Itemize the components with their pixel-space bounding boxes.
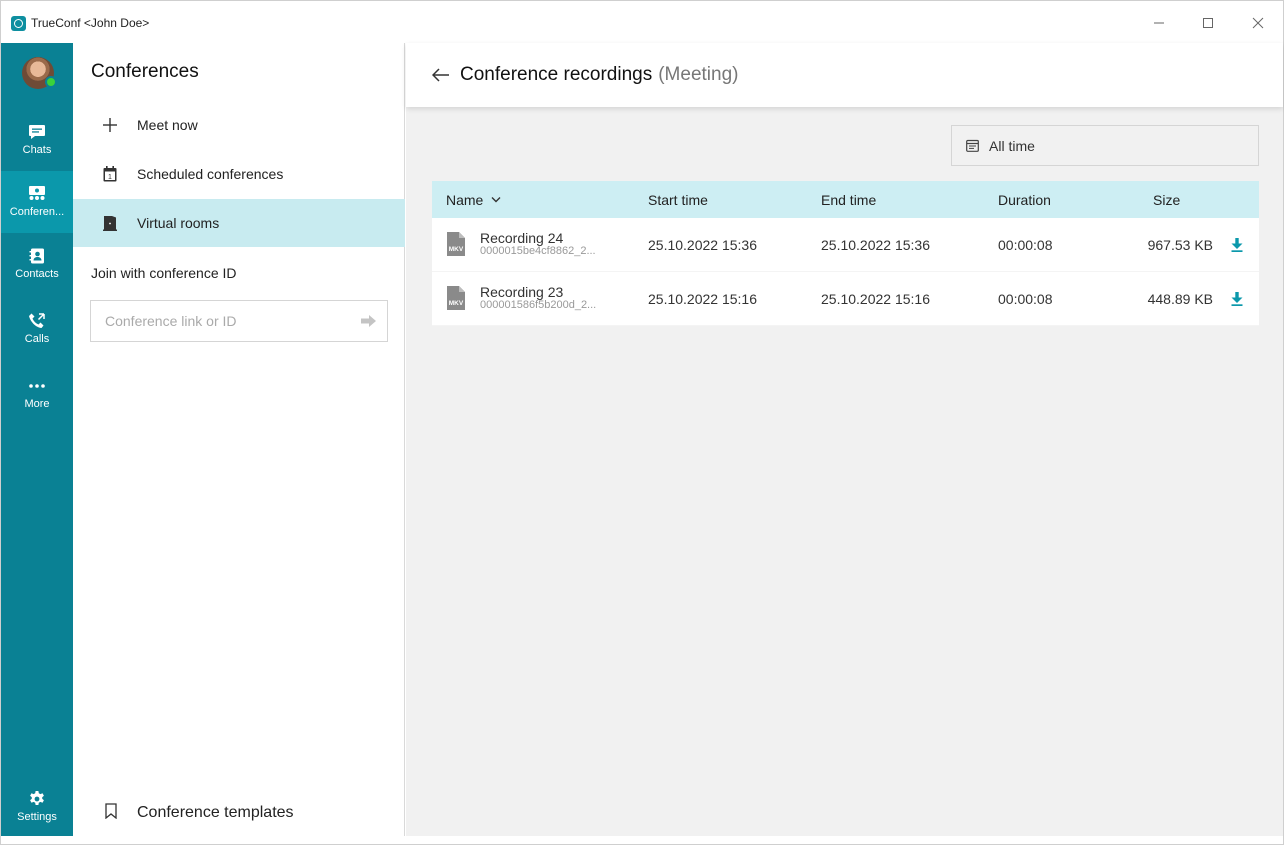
recordings-panel: Conference recordings (Meeting) All time… <box>406 43 1283 836</box>
minimize-icon[interactable] <box>1144 11 1174 35</box>
plus-icon <box>101 118 119 132</box>
navigation-rail: Chats Conferen... Contacts Calls More Se… <box>1 43 73 836</box>
join-conference-label: Join with conference ID <box>91 265 237 281</box>
date-filter-dropdown[interactable]: All time <box>951 125 1259 166</box>
end-time-cell: 25.10.2022 15:16 <box>821 290 930 307</box>
rail-label: Contacts <box>15 268 59 280</box>
calendar-icon <box>966 139 979 152</box>
download-icon[interactable] <box>1231 291 1243 306</box>
svg-text:1: 1 <box>108 174 112 181</box>
file-format-label: MKV <box>449 246 464 253</box>
recording-name-cell: MKV Recording 23 000001586f5b200d_2... <box>432 285 648 311</box>
app-window: TrueConf <John Doe> Chats Conferen... Co… <box>0 0 1284 845</box>
calls-icon <box>28 313 46 329</box>
arrow-right-icon[interactable] <box>361 313 377 329</box>
rail-item-more[interactable]: More <box>1 363 73 425</box>
sidebar-item-label: Meet now <box>137 117 198 133</box>
maximize-icon[interactable] <box>1193 11 1223 35</box>
recording-id: 000001586f5b200d_2... <box>480 299 597 312</box>
start-time-cell: 25.10.2022 15:36 <box>648 236 757 253</box>
back-arrow-icon[interactable] <box>432 68 450 82</box>
chat-icon <box>28 124 46 140</box>
duration-cell: 00:00:08 <box>998 290 1053 307</box>
file-size: 967.53 KB <box>1147 236 1213 253</box>
conference-id-input[interactable]: Conference link or ID <box>90 300 388 342</box>
sidebar-item-scheduled-conferences[interactable]: 1 Scheduled conferences <box>73 150 405 198</box>
rail-item-calls[interactable]: Calls <box>1 298 73 360</box>
rail-item-settings[interactable]: Settings <box>1 776 73 838</box>
sidebar-item-conference-templates[interactable]: Conference templates <box>73 795 405 831</box>
column-header-label: Name <box>446 191 484 208</box>
date-filter-value: All time <box>989 137 1035 154</box>
recordings-table: Name Start time End time Duration Size M… <box>432 181 1259 326</box>
close-icon[interactable] <box>1243 11 1273 35</box>
column-header-duration[interactable]: Duration <box>998 192 1125 208</box>
size-cell: 448.89 KB <box>1125 291 1259 307</box>
sidebar-item-label: Virtual rooms <box>137 215 220 231</box>
rail-label: Calls <box>24 333 50 345</box>
column-header-start-time[interactable]: Start time <box>648 192 821 208</box>
column-header-size[interactable]: Size <box>1125 192 1259 208</box>
mkv-file-icon: MKV <box>446 285 466 311</box>
recording-title: Recording 23 <box>480 284 564 301</box>
sidebar-item-label: Conference templates <box>137 804 294 821</box>
rail-item-contacts[interactable]: Contacts <box>1 233 73 295</box>
conferences-sidebar: Conferences Meet now 1 Scheduled confere… <box>73 43 405 836</box>
sidebar-title: Conferences <box>91 61 199 82</box>
conference-id-placeholder: Conference link or ID <box>105 313 237 329</box>
rail-item-conferences[interactable]: Conferen... <box>1 171 73 233</box>
calendar-icon: 1 <box>101 166 119 182</box>
table-row[interactable]: MKV Recording 24 0000015be4cf8862_2... 2… <box>432 218 1259 272</box>
contacts-icon <box>28 248 46 264</box>
start-time-cell: 25.10.2022 15:16 <box>648 290 757 307</box>
page-subtitle: (Meeting) <box>658 64 739 85</box>
rail-label: Settings <box>17 811 57 823</box>
size-cell: 967.53 KB <box>1125 237 1259 253</box>
gear-icon <box>28 791 46 807</box>
rail-label: Chats <box>22 144 52 156</box>
rail-item-chats[interactable]: Chats <box>1 109 73 171</box>
trueconf-logo-icon <box>11 16 26 31</box>
download-icon[interactable] <box>1231 237 1243 252</box>
table-header: Name Start time End time Duration Size <box>432 181 1259 218</box>
mkv-file-icon: MKV <box>446 231 466 257</box>
conference-icon <box>28 186 46 202</box>
rail-label: More <box>24 398 50 410</box>
table-row[interactable]: MKV Recording 23 000001586f5b200d_2... 2… <box>432 272 1259 326</box>
recording-name-cell: MKV Recording 24 0000015be4cf8862_2... <box>432 231 648 257</box>
online-status-icon <box>45 76 57 88</box>
more-icon <box>28 378 46 394</box>
file-size: 448.89 KB <box>1147 290 1213 307</box>
title-bar: TrueConf <John Doe> <box>1 1 1283 43</box>
rail-label: Conferen... <box>9 206 65 218</box>
recording-id: 0000015be4cf8862_2... <box>480 245 596 258</box>
bookmark-icon <box>105 802 117 824</box>
file-format-label: MKV <box>449 300 464 307</box>
duration-cell: 00:00:08 <box>998 236 1053 253</box>
column-header-name[interactable]: Name <box>432 192 648 208</box>
window-title: TrueConf <John Doe> <box>31 16 150 30</box>
chevron-down-icon[interactable] <box>491 196 501 203</box>
sidebar-item-label: Scheduled conferences <box>137 166 284 182</box>
column-header-end-time[interactable]: End time <box>821 192 998 208</box>
page-title: Conference recordings <box>460 64 653 85</box>
door-icon <box>101 215 119 231</box>
recording-title: Recording 24 <box>480 230 564 247</box>
sidebar-item-meet-now[interactable]: Meet now <box>73 101 405 149</box>
end-time-cell: 25.10.2022 15:36 <box>821 236 930 253</box>
sidebar-item-virtual-rooms[interactable]: Virtual rooms <box>73 199 405 247</box>
page-header: Conference recordings (Meeting) <box>406 43 1283 107</box>
